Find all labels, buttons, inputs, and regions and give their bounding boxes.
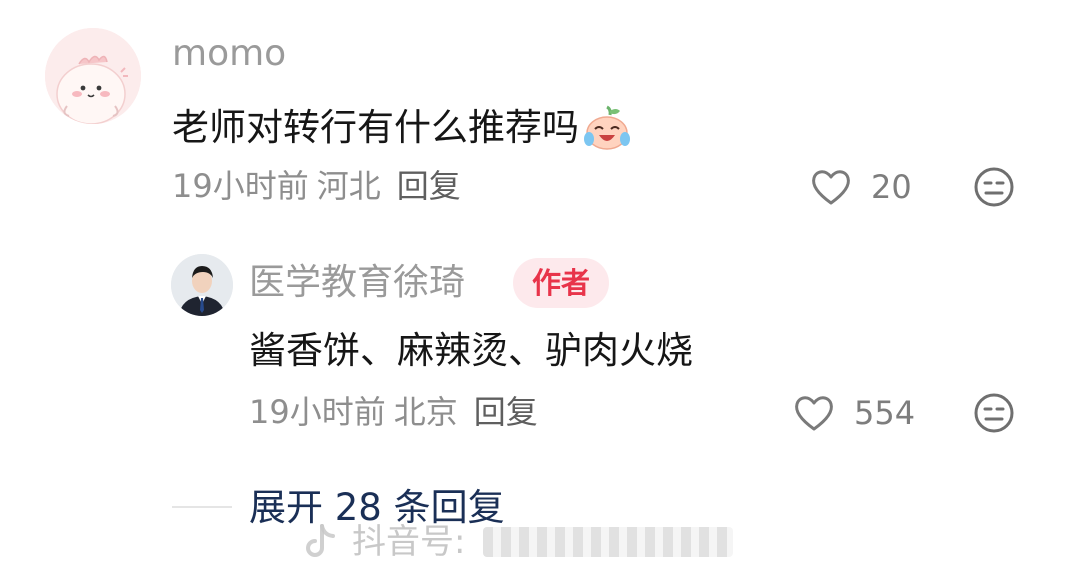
reply-time: 19小时前 — [249, 393, 386, 431]
laughing-tears-peach-emoji-icon — [584, 105, 630, 150]
watermark-text: 抖音号: — [352, 522, 466, 562]
comment-meta: 19小时前 河北 回复 — [172, 164, 461, 208]
expand-divider — [172, 506, 232, 508]
reply-like-count: 554 — [854, 394, 916, 432]
dislike-face-icon[interactable] — [973, 392, 1015, 434]
person-portrait-icon — [171, 254, 233, 316]
author-badge: 作者 — [513, 258, 609, 308]
comment-text-content: 老师对转行有什么推荐吗 — [172, 106, 579, 149]
comment-time: 19小时前 — [172, 167, 309, 205]
douyin-logo-icon — [306, 524, 335, 557]
reply-like-button[interactable]: 554 — [792, 391, 915, 435]
comment-like-count: 20 — [871, 168, 912, 206]
reply-username[interactable]: 医学教育徐琦 — [249, 259, 465, 307]
comment-like-button[interactable]: 20 — [809, 165, 912, 209]
dislike-face-icon[interactable] — [973, 166, 1015, 208]
comment-text: 老师对转行有什么推荐吗 — [172, 102, 631, 154]
douyin-watermark: 抖音号: — [300, 516, 734, 568]
reply-location: 北京 — [393, 393, 458, 431]
avatar[interactable] — [45, 28, 141, 124]
reply-meta: 19小时前 北京 回复 — [249, 390, 538, 434]
reply-avatar[interactable] — [171, 254, 233, 316]
cartoon-avatar-icon — [45, 28, 141, 124]
heart-icon — [795, 396, 833, 431]
reply-text: 酱香饼、麻辣烫、驴肉火烧 — [249, 329, 693, 372]
comment-reply-button[interactable]: 回复 — [397, 164, 461, 208]
comment-username[interactable]: momo — [172, 30, 286, 78]
heart-icon — [812, 170, 850, 205]
reply-reply-button[interactable]: 回复 — [474, 390, 538, 434]
blurred-account-id — [483, 527, 734, 557]
comment-location: 河北 — [316, 167, 381, 205]
